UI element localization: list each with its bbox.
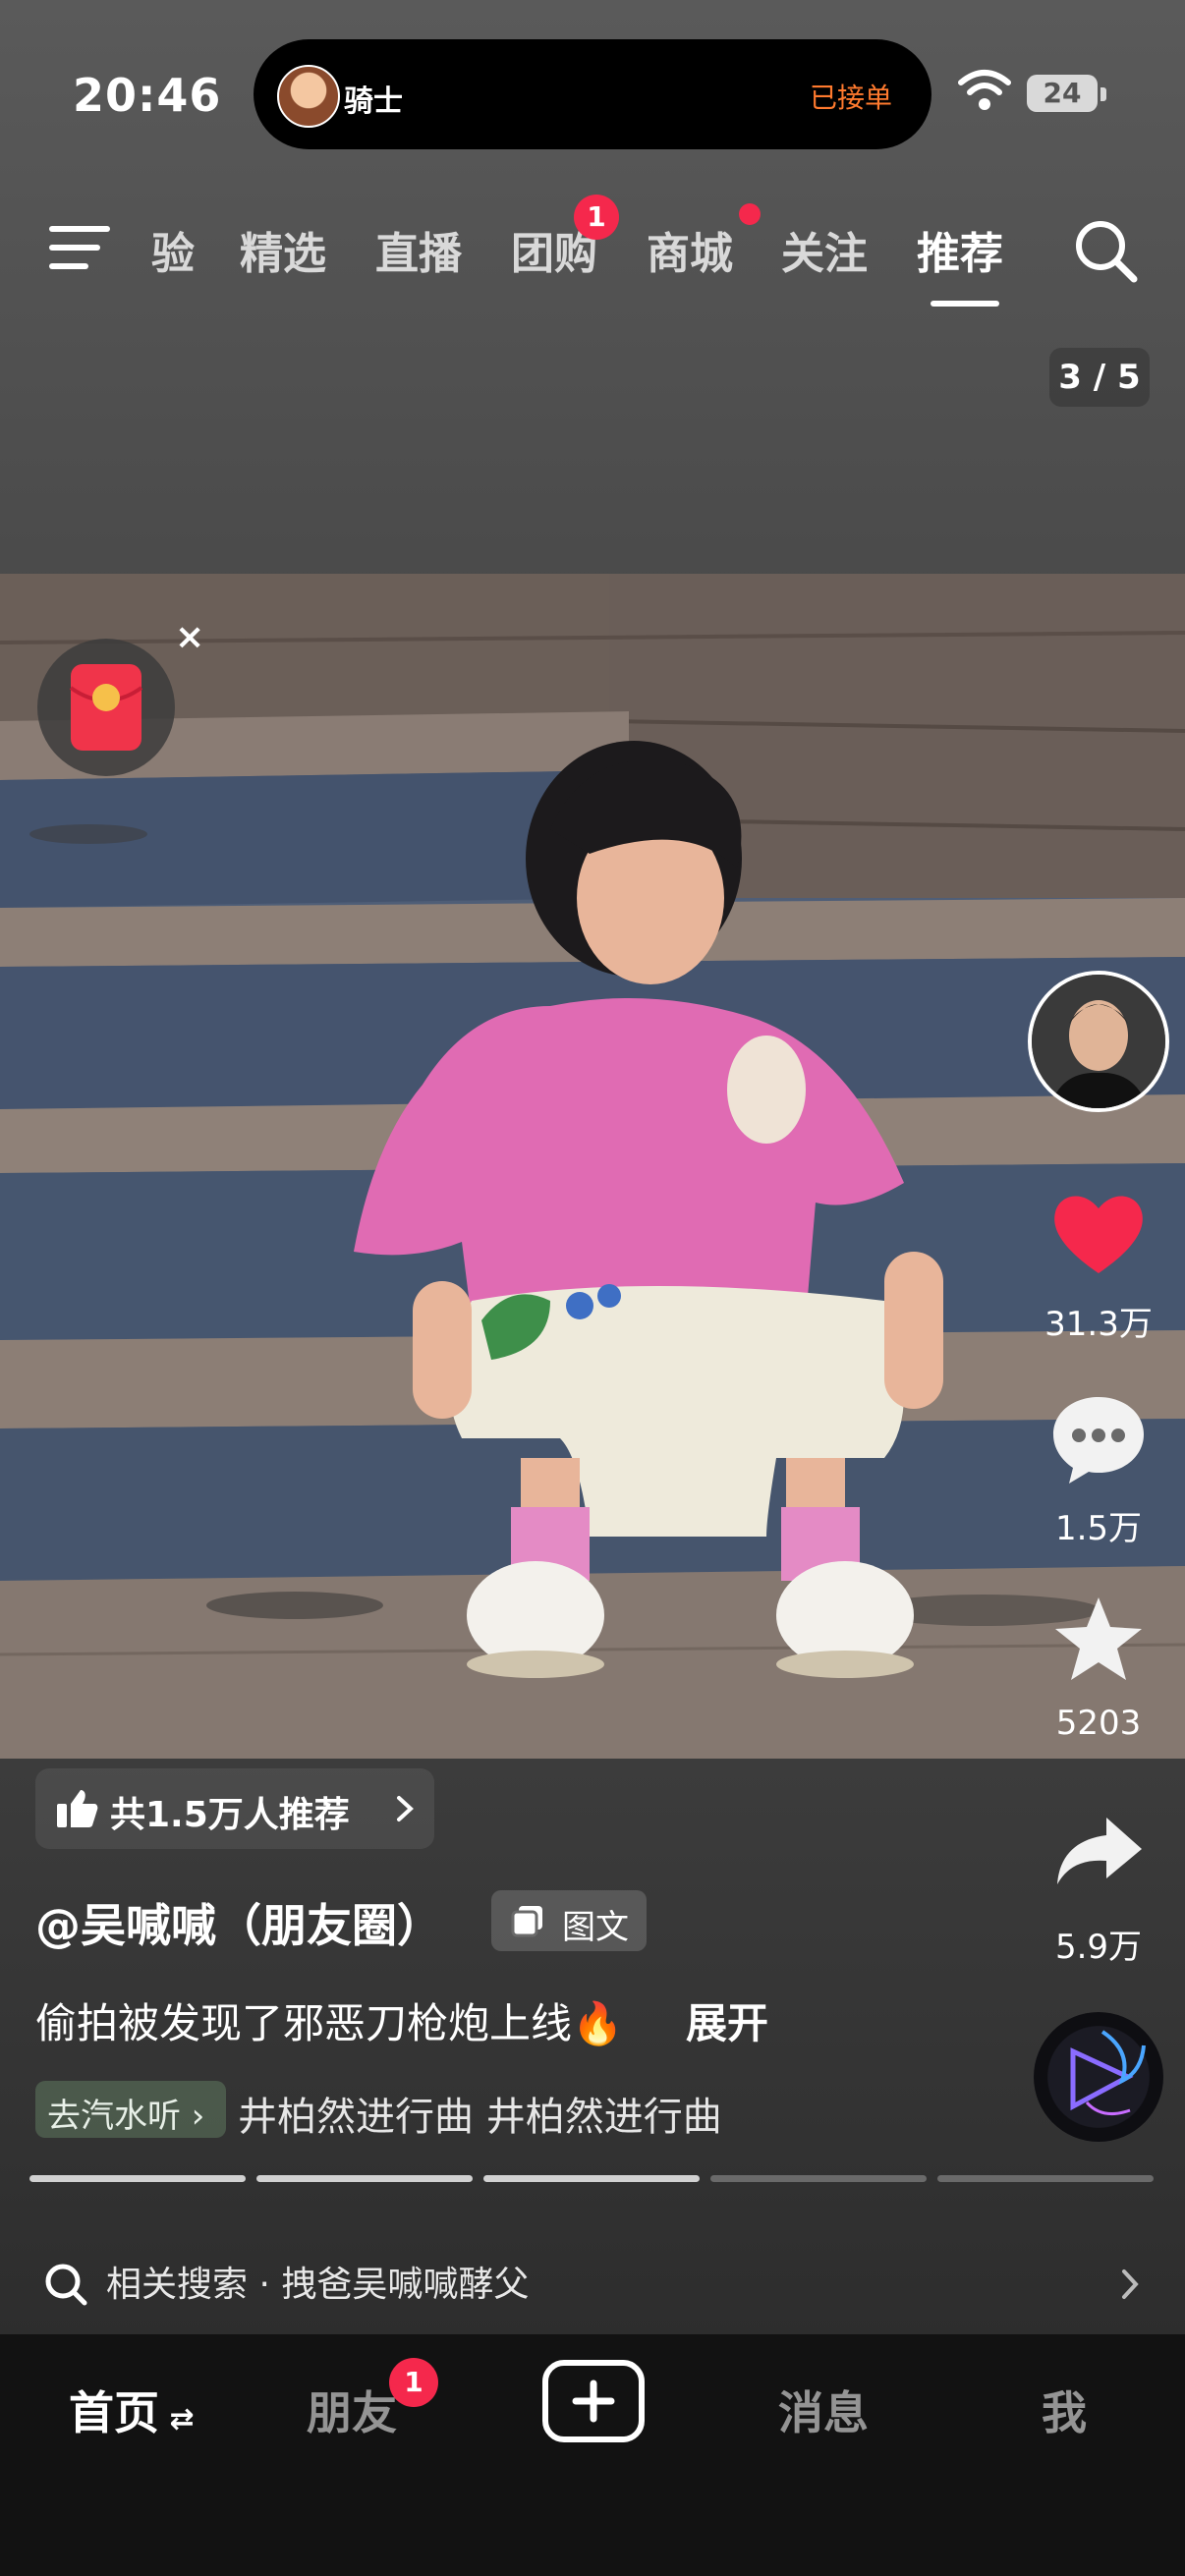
like-heart-icon[interactable] — [1049, 1189, 1148, 1277]
red-packet-close-icon[interactable]: × — [175, 617, 204, 657]
dynamic-island[interactable]: 骑士 已接单 — [254, 39, 931, 149]
plus-icon — [572, 2380, 615, 2423]
share-count: 5.9万 — [1054, 1928, 1143, 1967]
like-count: 31.3万 — [1044, 1305, 1153, 1344]
create-post-button[interactable] — [542, 2360, 645, 2442]
music-disc-art-icon — [1070, 2030, 1146, 2116]
search-icon — [45, 2264, 87, 2306]
chevron-right-icon — [1122, 2269, 1139, 2299]
progress-segment — [256, 2175, 473, 2182]
tab-home[interactable]: 首页 ⇄ — [69, 2378, 195, 2442]
group-buy-badge: 1 — [574, 195, 619, 240]
author-name[interactable]: @吴喊喊（朋友圈） — [35, 1890, 442, 1955]
toddler-on-steps-photo — [0, 574, 1185, 1759]
tab-friends[interactable]: 朋友 — [307, 2378, 397, 2442]
creator-avatar-image — [1032, 975, 1165, 1108]
share-icon[interactable] — [1053, 1814, 1146, 1888]
red-packet-button[interactable] — [37, 639, 175, 776]
expand-caption-button[interactable]: 展开 — [686, 1990, 768, 2050]
tab-mall[interactable]: 商城 — [647, 218, 733, 281]
island-status: 已接单 — [809, 82, 892, 114]
favorite-star-icon[interactable] — [1051, 1594, 1146, 1686]
post-caption: 偷拍被发现了邪恶刀枪炮上线🔥 — [35, 1999, 624, 2047]
thumbs-up-icon — [57, 1790, 98, 1827]
related-search-text: 相关搜索 · 拽爸吴喊喊酵父 — [106, 2265, 530, 2305]
music-track-marquee[interactable]: 井柏然进行曲 井柏然进行曲 — [238, 2085, 719, 2142]
tab-featured[interactable]: 精选 — [240, 218, 326, 281]
tab-live[interactable]: 直播 — [375, 218, 462, 281]
comment-count: 1.5万 — [1054, 1509, 1143, 1548]
post-photo[interactable] — [0, 574, 1185, 1759]
tab-experience[interactable]: 验 — [151, 218, 195, 281]
red-packet-icon — [69, 664, 143, 751]
recommend-text: 共1.5万人推荐 — [110, 1795, 350, 1835]
search-icon[interactable] — [1071, 216, 1140, 285]
friends-badge: 1 — [389, 2358, 438, 2407]
page-counter: 3 / 5 — [1049, 348, 1150, 407]
progress-segment — [483, 2175, 700, 2182]
swap-icon: ⇄ — [159, 2402, 195, 2436]
battery-tip — [1100, 87, 1106, 101]
chevron-right-icon — [397, 1796, 414, 1821]
progress-segment — [29, 2175, 246, 2182]
tab-me[interactable]: 我 — [1042, 2378, 1087, 2442]
image-text-icon — [511, 1906, 542, 1937]
mall-dot — [739, 203, 761, 225]
rider-avatar-icon — [277, 65, 340, 128]
app-screen: 20:46 骑士 已接单 24 验 精选 直播 团购 1 商城 关注 推荐 3 … — [0, 0, 1185, 2576]
battery-indicator: 24 — [1027, 75, 1098, 112]
status-time: 20:46 — [73, 69, 222, 122]
comment-icon[interactable] — [1049, 1393, 1148, 1487]
menu-icon[interactable] — [49, 222, 110, 273]
music-disc[interactable] — [1034, 2012, 1163, 2142]
progress-segment — [937, 2175, 1154, 2182]
island-name: 骑士 — [344, 84, 403, 119]
creator-avatar[interactable] — [1028, 971, 1169, 1112]
tab-following[interactable]: 关注 — [781, 218, 868, 281]
tab-recommend[interactable]: 推荐 — [917, 218, 1003, 281]
go-soda-music-label: 去汽水听 › — [47, 2097, 205, 2136]
favorite-count: 5203 — [1055, 1704, 1142, 1743]
active-tab-underline — [931, 301, 999, 307]
tab-messages[interactable]: 消息 — [778, 2378, 869, 2442]
progress-segment — [710, 2175, 927, 2182]
post-type-text: 图文 — [562, 1908, 629, 1947]
wifi-icon — [958, 70, 1011, 110]
